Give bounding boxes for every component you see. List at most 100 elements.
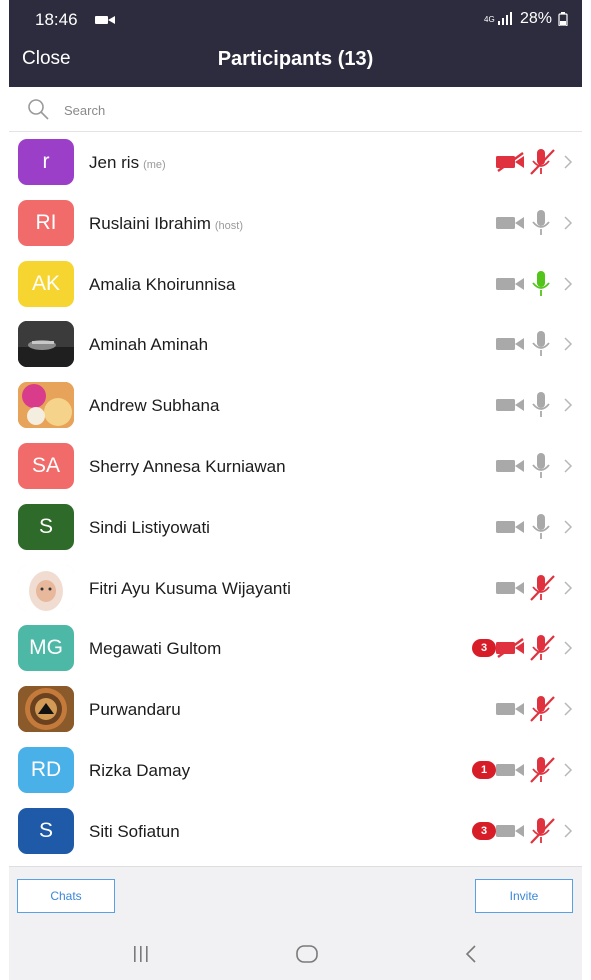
- unread-badge: 3: [472, 821, 496, 840]
- search-input[interactable]: [62, 98, 546, 122]
- participant-row[interactable]: SA Sherry Annesa Kurniawan: [9, 435, 582, 497]
- chevron-right-icon: [564, 824, 573, 838]
- video-icon: [496, 520, 524, 533]
- search-icon: [28, 99, 49, 120]
- unread-badge: 1: [472, 760, 496, 779]
- participant-status: [494, 390, 574, 420]
- mic-icon: [532, 331, 550, 357]
- nav-recents-icon[interactable]: [126, 941, 156, 967]
- page-title: Participants (13): [217, 48, 374, 70]
- participant-name: Megawati Gultom: [89, 639, 221, 659]
- participant-row[interactable]: S Sindi Listiyowati: [9, 496, 582, 558]
- participant-name: Ruslaini Ibrahim (host): [89, 214, 243, 234]
- chevron-right-icon: [564, 459, 573, 473]
- avatar: [18, 382, 74, 429]
- chevron-right-icon: [564, 641, 573, 655]
- avatar-initials: S: [38, 514, 53, 538]
- mic-muted-icon: [530, 817, 555, 844]
- chevron-right-icon: [564, 763, 573, 777]
- search-bar: [9, 87, 582, 132]
- participant-name-text: Amalia Khoirunnisa: [89, 274, 236, 294]
- participant-name: Siti Sofiatun: [89, 822, 180, 842]
- participant-row[interactable]: r Jen ris (me): [9, 132, 582, 193]
- participant-name-text: Jen ris: [89, 153, 140, 172]
- status-indicators: 4G 28%: [484, 10, 568, 28]
- participant-name: Sindi Listiyowati: [89, 518, 210, 538]
- chevron-right-icon: [564, 216, 573, 230]
- mic-icon: [532, 452, 550, 478]
- mic-muted-icon: [530, 149, 555, 175]
- video-icon: [496, 824, 524, 837]
- avatar-initials: RD: [30, 757, 62, 781]
- status-time: 18:46: [35, 10, 78, 29]
- participant-name-text: Aminah Aminah: [89, 335, 209, 355]
- chats-button[interactable]: Chats: [17, 879, 115, 913]
- participant-list: r Jen ris (me) RI Ruslaini Ibrahim (host) AK Am…: [9, 132, 582, 862]
- participant-status: [494, 147, 574, 177]
- participant-status: [494, 329, 574, 359]
- participant-row[interactable]: RD Rizka Damay 1: [9, 739, 582, 801]
- chevron-right-icon: [564, 702, 573, 716]
- mic-icon: [532, 270, 550, 296]
- participant-row[interactable]: Andrew Subhana: [9, 375, 582, 436]
- video-icon: [496, 763, 524, 776]
- avatar-initials: RI: [35, 210, 57, 234]
- participant-role-tag: (me): [143, 159, 166, 171]
- avatar-initials: SA: [31, 453, 60, 477]
- avatar: r: [18, 139, 74, 185]
- mic-muted-icon: [530, 696, 555, 722]
- mic-icon: [532, 513, 550, 539]
- participant-row[interactable]: MG Megawati Gultom 3: [9, 618, 582, 680]
- participant-row[interactable]: Purwandaru: [9, 679, 582, 740]
- unread-badge: 3: [472, 639, 496, 658]
- chevron-right-icon: [564, 398, 573, 412]
- video-off-icon: [496, 638, 524, 659]
- participant-status: 3: [472, 633, 574, 663]
- participant-role-tag: (host): [214, 219, 244, 232]
- participant-row[interactable]: AK Amalia Khoirunnisa: [9, 253, 582, 315]
- video-icon: [496, 338, 524, 351]
- participant-name: Purwandaru: [89, 700, 181, 720]
- participant-status: 3: [472, 816, 574, 846]
- participant-status: [494, 269, 574, 299]
- participant-row[interactable]: Aminah Aminah: [9, 314, 582, 376]
- avatar: [18, 686, 74, 733]
- participant-name: Sherry Annesa Kurniawan: [89, 457, 286, 477]
- nav-home-icon[interactable]: [292, 941, 322, 967]
- video-icon: [496, 703, 524, 716]
- participant-name: Andrew Subhana: [89, 396, 219, 416]
- avatar: MG: [18, 625, 74, 672]
- avatar: SA: [18, 442, 74, 489]
- nav-back-icon[interactable]: [457, 941, 487, 967]
- participant-row[interactable]: Fitri Ayu Kusuma Wijayanti: [9, 557, 582, 619]
- chevron-right-icon: [564, 581, 573, 595]
- app-frame: 18:46 4G 28% Close Participants (13) Sea…: [9, 0, 582, 980]
- participant-status: [494, 512, 574, 542]
- participant-name: Amalia Khoirunnisa: [89, 275, 235, 295]
- mic-muted-icon: [530, 635, 555, 662]
- participant-row[interactable]: S Siti Sofiatun 3: [9, 800, 582, 862]
- system-nav-bar: [9, 929, 582, 980]
- participant-name: Rizka Damay: [89, 761, 190, 781]
- video-icon: [496, 216, 524, 229]
- mic-muted-icon: [530, 574, 555, 601]
- invite-button[interactable]: Invite: [475, 879, 573, 913]
- participant-name-text: Purwandaru: [89, 700, 181, 720]
- participant-name-text: Rizka Damay: [89, 760, 191, 780]
- participant-name: Jen ris (me): [89, 153, 166, 173]
- participant-name-text: Megawati Gultom: [89, 639, 222, 659]
- battery-icon: [558, 12, 568, 26]
- avatar: S: [18, 807, 74, 854]
- video-off-icon: [496, 152, 524, 172]
- header-bar: 18:46 4G 28% Close Participants (13): [9, 0, 582, 87]
- participant-status: [494, 208, 574, 238]
- avatar: RI: [18, 199, 74, 246]
- avatar: [18, 321, 74, 368]
- avatar-initials: MG: [29, 636, 63, 660]
- participant-status: [494, 451, 574, 481]
- mic-icon: [532, 392, 550, 418]
- participant-row[interactable]: RI Ruslaini Ibrahim (host): [9, 192, 582, 254]
- participant-status: 1: [472, 755, 574, 785]
- video-icon: [496, 459, 524, 472]
- avatar: [18, 564, 74, 611]
